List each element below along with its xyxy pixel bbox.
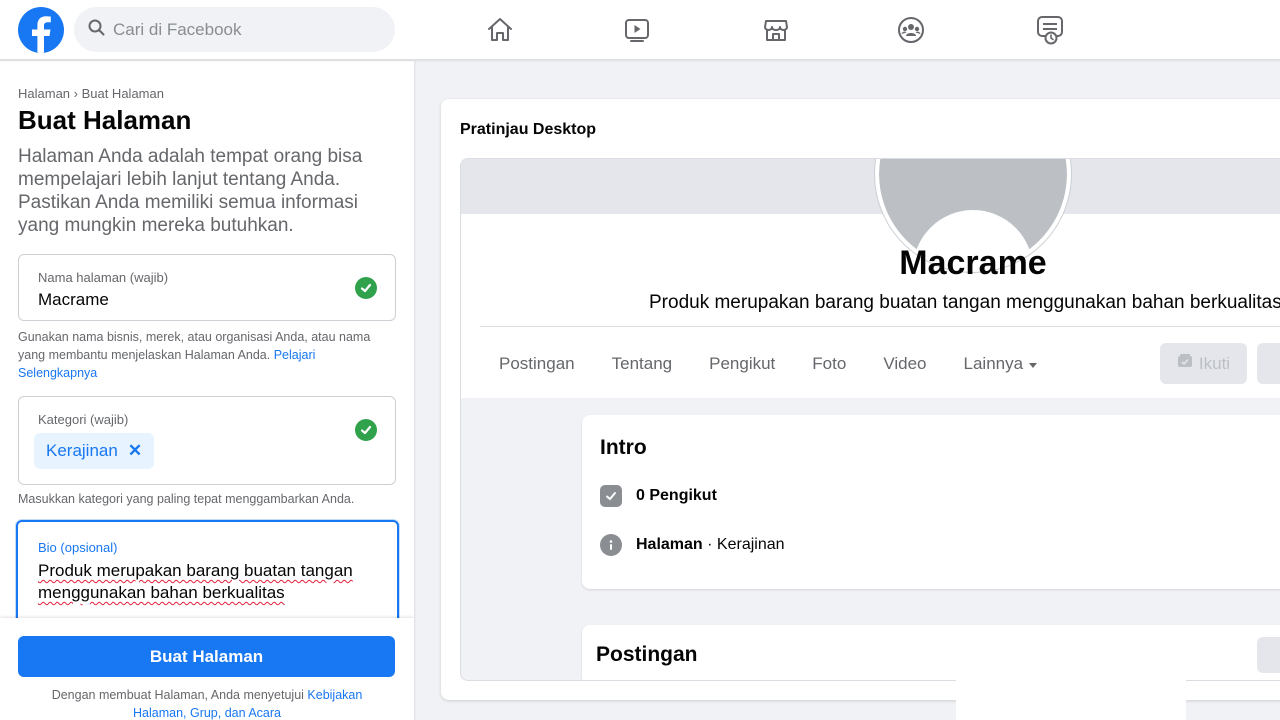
remove-chip-icon[interactable]: ✕ xyxy=(128,441,142,461)
groups-icon[interactable] xyxy=(893,12,929,48)
preview-frame: Macrame Produk merupakan barang buatan t… xyxy=(460,158,1280,681)
message-button[interactable] xyxy=(1257,343,1280,384)
search-icon xyxy=(88,19,105,41)
page-name-helper-text: Gunakan nama bisnis, merek, atau organis… xyxy=(18,330,371,362)
marketplace-icon[interactable] xyxy=(758,12,794,48)
desktop-preview-card: Pratinjau Desktop Macrame Produk merupak… xyxy=(441,99,1280,700)
preview-tabs: Postingan Tentang Pengikut Foto Video La… xyxy=(499,354,1074,374)
chevron-down-icon xyxy=(1029,362,1038,368)
preview-page-name: Macrame xyxy=(899,244,1047,282)
posts-title: Postingan xyxy=(596,643,698,666)
terms-notice: Dengan membuat Halaman, Anda menyetujui … xyxy=(26,686,388,720)
home-icon[interactable] xyxy=(482,12,518,48)
page-type-category: · Kerajinan xyxy=(702,536,785,553)
form-footer: Buat Halaman Dengan membuat Halaman, And… xyxy=(0,618,414,720)
preview-page-bio: Produk merupakan barang buatan tangan me… xyxy=(649,292,1280,313)
tab-foto[interactable]: Foto xyxy=(812,354,846,374)
tab-pengikut[interactable]: Pengikut xyxy=(709,354,775,374)
category-field[interactable]: Kategori (wajib) Kerajinan ✕ xyxy=(18,396,396,485)
followers-count: 0 Pengikut xyxy=(636,487,717,504)
category-chip: Kerajinan ✕ xyxy=(34,433,155,469)
tab-tentang[interactable]: Tentang xyxy=(612,354,673,374)
top-navbar: Cari di Facebook xyxy=(0,0,1280,60)
follow-button[interactable]: Ikuti xyxy=(1160,343,1247,384)
category-label: Kategori (wajib) xyxy=(38,412,129,427)
page-name-input[interactable]: Macrame xyxy=(38,290,109,310)
posts-card: Postingan xyxy=(582,625,1280,680)
page-description: Halaman Anda adalah tempat orang bisa me… xyxy=(18,146,363,236)
create-page-panel: Halaman › Buat Halaman Buat Halaman Hala… xyxy=(0,61,414,720)
search-input[interactable]: Cari di Facebook xyxy=(113,20,242,40)
profile-header: Macrame Produk merupakan barang buatan t… xyxy=(461,159,1280,398)
breadcrumb[interactable]: Halaman › Buat Halaman xyxy=(18,86,164,101)
filter-button[interactable] xyxy=(1257,637,1280,673)
page-type-row: Halaman · Kerajinan xyxy=(600,534,785,556)
tab-postingan[interactable]: Postingan xyxy=(499,354,575,374)
gaming-icon[interactable] xyxy=(1032,12,1068,48)
bio-label: Bio (opsional) xyxy=(38,540,118,555)
page-type-label: Halaman xyxy=(636,536,703,553)
facebook-logo-icon[interactable] xyxy=(18,7,64,53)
followers-row: 0 Pengikut xyxy=(600,485,717,507)
tab-lainnya[interactable]: Lainnya xyxy=(964,354,1038,374)
page-name-field[interactable]: Nama halaman (wajib) Macrame xyxy=(18,254,396,321)
cover-photo xyxy=(461,159,1280,214)
valid-check-icon xyxy=(355,277,377,299)
page-title: Buat Halaman xyxy=(18,105,192,135)
bio-textarea[interactable]: Produk merupakan barang buatan tangan me… xyxy=(38,560,388,604)
page-name-label: Nama halaman (wajib) xyxy=(38,270,169,285)
info-icon xyxy=(600,534,622,556)
create-page-button[interactable]: Buat Halaman xyxy=(18,636,395,677)
tab-lainnya-label: Lainnya xyxy=(963,354,1024,373)
preview-title: Pratinjau Desktop xyxy=(460,121,597,138)
category-chip-label: Kerajinan xyxy=(46,441,118,460)
category-helper: Masukkan kategori yang paling tepat meng… xyxy=(18,492,355,506)
valid-check-icon xyxy=(355,419,377,441)
tab-video[interactable]: Video xyxy=(883,354,926,374)
divider xyxy=(480,326,1280,327)
overlay-block xyxy=(956,678,1186,720)
page-name-helper: Gunakan nama bisnis, merek, atau organis… xyxy=(18,328,396,382)
follow-icon xyxy=(1177,353,1193,374)
follow-button-label: Ikuti xyxy=(1198,353,1231,373)
terms-text: Dengan membuat Halaman, Anda menyetujui xyxy=(51,688,304,702)
watch-icon[interactable] xyxy=(619,12,655,48)
intro-card: Intro 0 Pengikut Halaman · Kerajinan xyxy=(582,415,1280,589)
search-bar[interactable]: Cari di Facebook xyxy=(74,7,395,52)
page-type: Halaman · Kerajinan xyxy=(636,536,785,554)
intro-title: Intro xyxy=(600,436,647,459)
followers-icon xyxy=(600,485,622,507)
